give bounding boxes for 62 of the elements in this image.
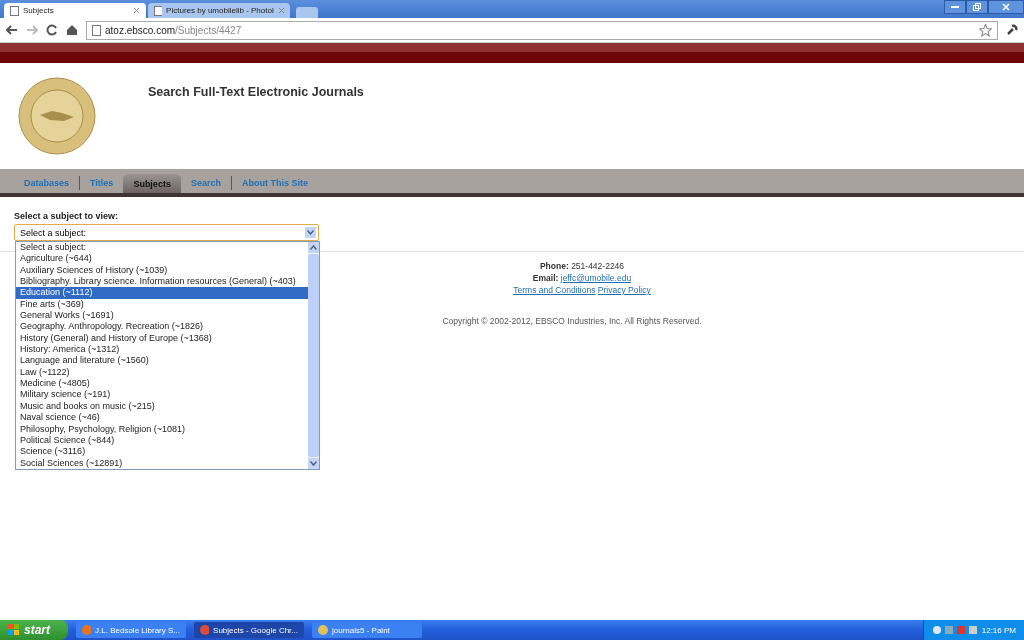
dropdown-option[interactable]: History: America (~1312) xyxy=(16,344,308,356)
tray-icons-drawing xyxy=(931,625,978,635)
windows-logo-icon xyxy=(8,624,20,636)
app-icon xyxy=(318,625,328,635)
forward-arrow-icon xyxy=(26,24,38,36)
dropdown-option[interactable]: Bibliography. Library science. Information resources (General) (~403) xyxy=(16,276,308,288)
select-label: Select a subject to view: xyxy=(14,211,120,221)
scrollbar-thumb[interactable] xyxy=(308,254,319,457)
dropdown-option[interactable]: Language and literature (~1560) xyxy=(16,355,308,367)
dropdown-option[interactable]: Political Science (~844) xyxy=(16,434,308,447)
dropdown-option[interactable]: Fine arts (~369) xyxy=(16,298,308,311)
wrench-icon xyxy=(1006,24,1018,36)
close-icon[interactable] xyxy=(133,7,140,14)
email-link[interactable]: jeffc@umobile.edu xyxy=(560,273,632,283)
restore-icon xyxy=(973,3,981,11)
minimize-button[interactable] xyxy=(944,0,966,14)
dropdown-option[interactable]: History (General) and History of Europe (~1368) xyxy=(16,332,308,345)
dropdown-option[interactable]: Law (~1122) xyxy=(16,366,308,379)
dropdown-option[interactable]: General Works (~1691) xyxy=(16,310,308,322)
browser-tab[interactable]: Subjects xyxy=(4,3,146,18)
taskbar-button[interactable]: J.L. Bedsole Library S... xyxy=(76,622,186,638)
back-arrow-icon xyxy=(6,24,18,36)
dropdown-option[interactable]: Philosophy, Psychology, Religion (~1081) xyxy=(16,423,308,435)
footer-link[interactable]: Terms and Conditions xyxy=(513,285,596,295)
email-label: Email: xyxy=(532,273,559,283)
taskbar-button[interactable]: journals5 - Paint xyxy=(312,622,422,638)
dropdown-option[interactable]: Military science (~191) xyxy=(16,389,308,401)
address-bar[interactable]: atoz.ebsco.com/Subjects/4427 xyxy=(86,20,998,40)
clock-text: 12:16 PM xyxy=(981,625,1016,635)
subject-select[interactable]: Select a subject: xyxy=(14,224,319,241)
page-title: Search Full-Text Electronic Journals xyxy=(148,85,364,99)
page-icon xyxy=(154,5,163,16)
browser-tab[interactable]: Pictures by umobilelib - Photol xyxy=(148,3,290,18)
dropdown-option[interactable]: Select a subject: xyxy=(16,242,308,254)
dropdown-option[interactable]: Agriculture (~644) xyxy=(16,253,308,265)
close-button[interactable] xyxy=(988,0,1024,14)
home-icon xyxy=(66,24,78,36)
dropdown-option[interactable]: Geography. Anthropology. Recreation (~1826) xyxy=(16,321,308,333)
dropdown-option[interactable]: Social Sciences (~12891) xyxy=(16,457,308,469)
restore-button[interactable] xyxy=(966,0,988,14)
dropdown-option[interactable]: Auxiliary Sciences of History (~1039) xyxy=(16,264,308,277)
page-icon xyxy=(92,24,101,36)
reload-icon xyxy=(46,24,58,36)
star-icon[interactable] xyxy=(979,23,992,37)
dropdown-option[interactable]: Science (~3116) xyxy=(16,446,308,458)
chevron-down-icon xyxy=(305,227,316,238)
scroll-down-button[interactable] xyxy=(308,458,319,469)
footer-link[interactable]: Privacy Policy xyxy=(597,285,651,295)
dropdown-option[interactable]: Medicine (~4805) xyxy=(16,378,308,390)
scroll-up-button[interactable] xyxy=(308,242,319,253)
minimize-icon xyxy=(951,6,959,8)
taskbar-button[interactable]: Subjects - Google Chr... xyxy=(194,622,304,638)
app-icon xyxy=(82,625,92,635)
app-icon xyxy=(200,625,210,635)
dropdown-option[interactable]: Music and books on music (~215) xyxy=(16,400,308,413)
close-icon xyxy=(1002,3,1010,11)
page-icon xyxy=(10,5,19,16)
dropdown-option[interactable]: Naval science (~46) xyxy=(16,412,308,424)
copyright-text: Copyright © 2002-2012, EBSCO Industries, Inc. All Rights Reserved. xyxy=(442,316,702,326)
phone-text: Phone: 251-442-2246 xyxy=(539,260,625,272)
nav-tab[interactable]: Subjects xyxy=(123,174,181,193)
dropdown-option[interactable]: Education (~1112) xyxy=(16,287,308,299)
